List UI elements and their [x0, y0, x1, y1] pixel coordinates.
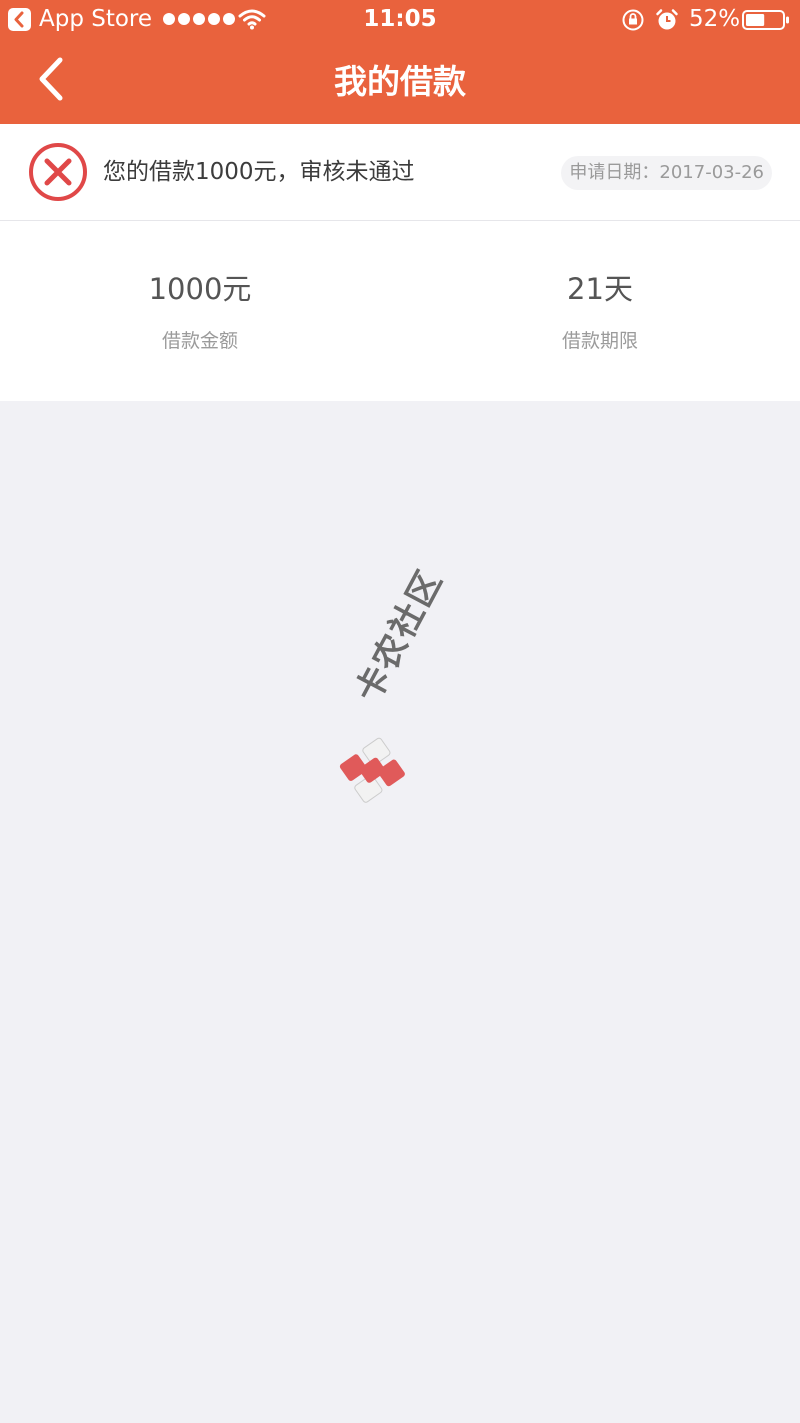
rotation-lock-icon — [622, 9, 644, 31]
loan-term-label: 借款期限 — [561, 330, 638, 352]
page-title: 我的借款 — [334, 62, 466, 101]
loan-summary: 1000元 借款金额 21天 借款期限 — [0, 221, 800, 401]
battery-icon — [742, 10, 789, 30]
loan-status-card: 您的借款1000元，审核未通过 申请日期：2017-03-26 — [0, 124, 800, 221]
empty-content-area — [0, 401, 800, 1423]
alarm-icon — [656, 9, 678, 30]
loan-amount-value: 1000元 — [148, 272, 252, 306]
rejected-icon — [29, 143, 87, 201]
loan-term-value: 21天 — [567, 272, 633, 306]
loan-status-message: 您的借款1000元，审核未通过 — [103, 159, 415, 185]
application-date-badge: 申请日期：2017-03-26 — [561, 156, 772, 190]
loan-amount-label: 借款金额 — [161, 330, 238, 352]
status-bar: App Store 11:05 52% — [0, 0, 800, 40]
battery-percent: 52% — [689, 6, 741, 32]
loan-amount-section: 1000元 借款金额 — [0, 221, 400, 401]
status-time: 11:05 — [363, 6, 437, 32]
top-bar: App Store 11:05 52% 我的借款 — [0, 0, 800, 124]
loan-term-section: 21天 借款期限 — [400, 221, 800, 401]
